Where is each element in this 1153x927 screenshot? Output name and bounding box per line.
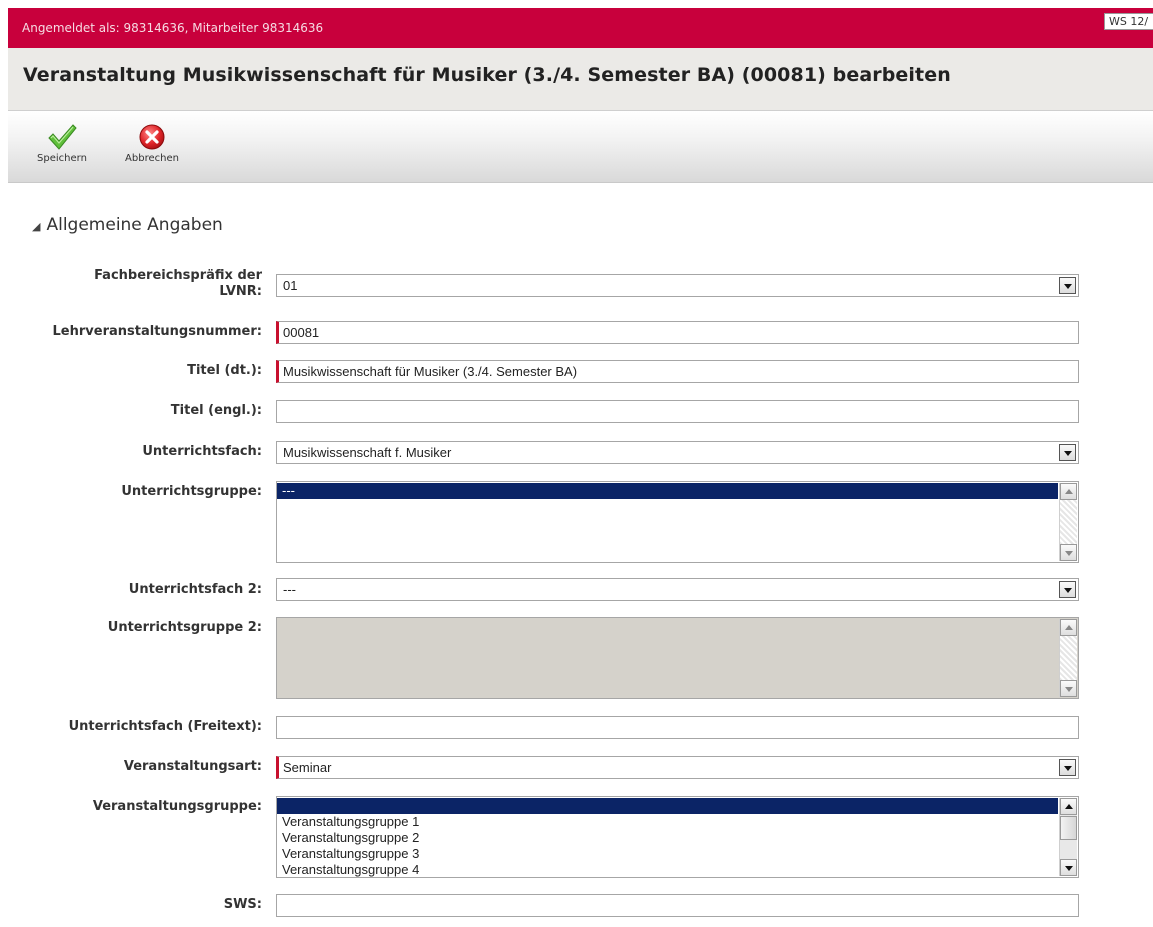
sws-label: SWS: xyxy=(223,897,262,912)
list-item[interactable]: Veranstaltungsgruppe 3 xyxy=(277,846,1058,862)
list-item[interactable]: Veranstaltungsgruppe 2 xyxy=(277,830,1058,846)
semester-selector[interactable]: WS 12/ xyxy=(1104,13,1153,30)
title-de-label: Titel (dt.): xyxy=(187,363,262,378)
fb-prefix-value: 01 xyxy=(283,278,298,293)
scroll-up-icon xyxy=(1060,619,1077,636)
section-title: Allgemeine Angaben xyxy=(46,215,223,235)
fb-prefix-label-line2: LVNR: xyxy=(219,284,262,299)
scroll-up-icon[interactable] xyxy=(1060,483,1077,500)
save-label: Speichern xyxy=(37,153,87,164)
cancel-x-icon xyxy=(139,124,165,150)
subject-select[interactable]: Musikwissenschaft f. Musiker xyxy=(276,441,1079,464)
sws-input[interactable] xyxy=(276,894,1079,917)
fb-prefix-select[interactable]: 01 xyxy=(276,274,1079,297)
list-item[interactable]: Veranstaltungsgruppe 4 xyxy=(277,862,1058,877)
subject2-value: --- xyxy=(283,582,296,597)
header-bar: Angemeldet als: 98314636, Mitarbeiter 98… xyxy=(8,8,1153,48)
scrollbar[interactable] xyxy=(1059,798,1077,876)
cancel-button[interactable]: Abbrechen xyxy=(120,123,184,164)
dropdown-arrow-icon[interactable] xyxy=(1059,277,1076,294)
fb-prefix-label-line1: Fachbereichspräfix der xyxy=(94,268,262,283)
event-type-select[interactable]: Seminar xyxy=(276,756,1079,779)
list-item[interactable] xyxy=(277,798,1058,814)
event-group-listbox[interactable]: Veranstaltungsgruppe 1 Veranstaltungsgru… xyxy=(276,796,1079,878)
group2-label: Unterrichtsgruppe 2: xyxy=(107,620,262,635)
title-bar: Veranstaltung Musikwissenschaft für Musi… xyxy=(8,48,1153,111)
toolbar: Speichern Abbrechen xyxy=(8,112,1153,183)
scroll-down-icon[interactable] xyxy=(1060,859,1077,876)
subject-label: Unterrichtsfach: xyxy=(142,444,262,459)
subject-value: Musikwissenschaft f. Musiker xyxy=(283,445,452,460)
subject-free-label: Unterrichtsfach (Freitext): xyxy=(68,719,262,734)
subject-free-input[interactable] xyxy=(276,716,1079,739)
scroll-up-icon[interactable] xyxy=(1060,798,1077,815)
list-item[interactable]: --- xyxy=(277,483,1058,499)
dropdown-arrow-icon[interactable] xyxy=(1059,759,1076,776)
scroll-thumb[interactable] xyxy=(1060,816,1077,840)
group2-listbox xyxy=(276,617,1079,699)
title-de-input[interactable]: Musikwissenschaft für Musiker (3./4. Sem… xyxy=(276,360,1079,383)
fb-prefix-label: Fachbereichspräfix der LVNR: xyxy=(2,268,262,300)
lv-number-value: 00081 xyxy=(283,325,320,340)
login-info: Angemeldet als: 98314636, Mitarbeiter 98… xyxy=(22,21,324,35)
group-label: Unterrichtsgruppe: xyxy=(121,484,262,499)
scroll-down-icon xyxy=(1060,680,1077,697)
lv-number-input[interactable]: 00081 xyxy=(276,321,1079,344)
dropdown-arrow-icon[interactable] xyxy=(1059,581,1076,598)
list-item[interactable]: Veranstaltungsgruppe 1 xyxy=(277,814,1058,830)
event-type-value: Seminar xyxy=(283,760,332,775)
checkmark-icon xyxy=(48,124,77,150)
scrollbar xyxy=(1059,619,1077,697)
title-en-label: Titel (engl.): xyxy=(170,403,262,418)
subject2-select[interactable]: --- xyxy=(276,578,1079,601)
title-en-input[interactable] xyxy=(276,400,1079,423)
lv-number-label: Lehrveranstaltungsnummer: xyxy=(52,324,262,339)
group-listbox[interactable]: --- xyxy=(276,481,1079,563)
page-title: Veranstaltung Musikwissenschaft für Musi… xyxy=(23,64,951,86)
scroll-down-icon[interactable] xyxy=(1060,544,1077,561)
title-de-value: Musikwissenschaft für Musiker (3./4. Sem… xyxy=(283,364,578,379)
save-button[interactable]: Speichern xyxy=(36,123,88,164)
collapse-triangle-icon: ◢ xyxy=(32,220,41,233)
section-toggle-general[interactable]: ◢ Allgemeine Angaben xyxy=(32,215,223,235)
event-type-label: Veranstaltungsart: xyxy=(123,759,262,774)
scrollbar[interactable] xyxy=(1059,483,1077,561)
dropdown-arrow-icon[interactable] xyxy=(1059,444,1076,461)
subject2-label: Unterrichtsfach 2: xyxy=(128,582,262,597)
cancel-label: Abbrechen xyxy=(125,153,179,164)
event-group-label: Veranstaltungsgruppe: xyxy=(92,799,262,814)
